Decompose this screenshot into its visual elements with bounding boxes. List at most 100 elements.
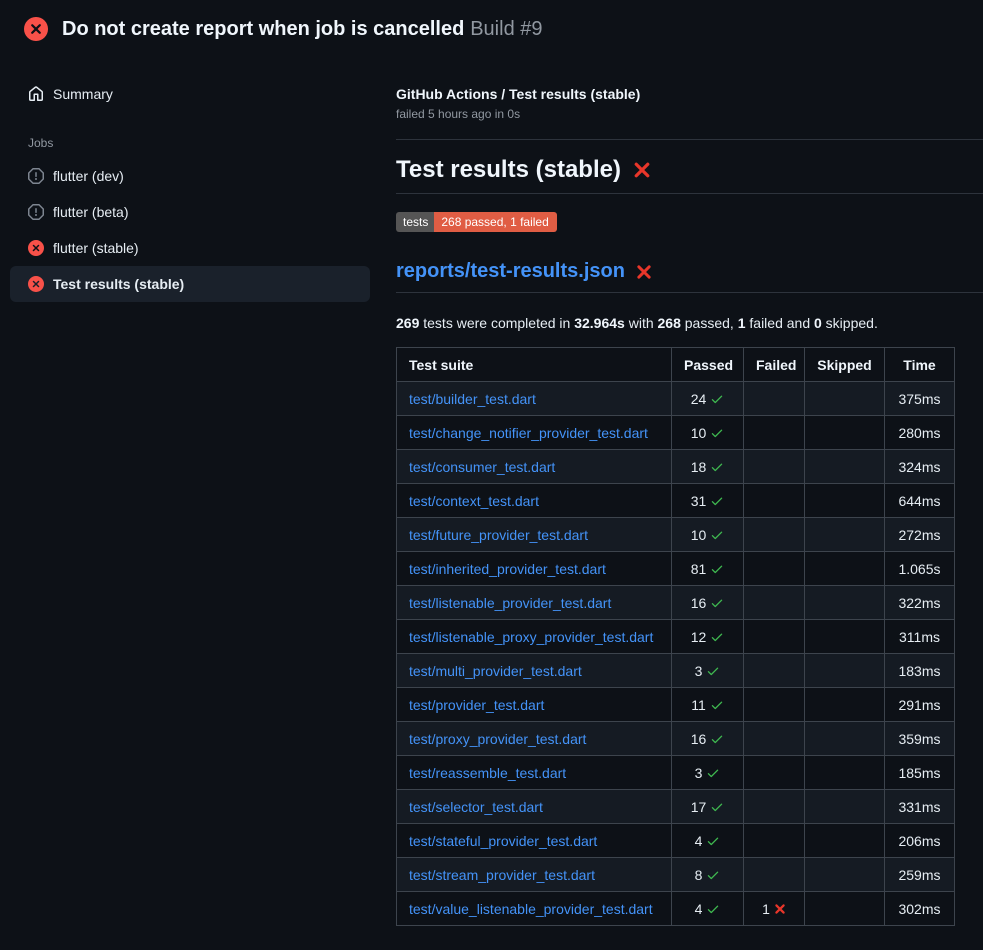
table-row: test/stateful_provider_test.dart4206ms <box>397 824 955 858</box>
summary-segment: 268 <box>658 315 681 331</box>
summary-segment: failed and <box>746 315 815 331</box>
passed-cell: 17 <box>672 790 744 824</box>
check-run-header: Do not create report when job is cancell… <box>0 0 983 56</box>
column-failed: Failed <box>744 348 805 382</box>
skipped-cell <box>805 484 885 518</box>
table-row: test/consumer_test.dart18324ms <box>397 450 955 484</box>
test-suite-cell: test/future_provider_test.dart <box>397 518 672 552</box>
table-row: test/proxy_provider_test.dart16359ms <box>397 722 955 756</box>
failed-cell-value: 1 <box>762 901 786 917</box>
time-cell: 644ms <box>885 484 955 518</box>
skipped-cell <box>805 722 885 756</box>
failed-cell <box>744 654 805 688</box>
time-cell: 185ms <box>885 756 955 790</box>
skipped-cell <box>805 858 885 892</box>
summary-segment: 0 <box>814 315 822 331</box>
time-cell: 359ms <box>885 722 955 756</box>
passed-cell-value: 8 <box>695 867 721 883</box>
skipped-cell <box>805 790 885 824</box>
skipped-cell <box>805 586 885 620</box>
failed-cell <box>744 552 805 586</box>
test-suite-link[interactable]: test/listenable_provider_test.dart <box>409 595 611 611</box>
test-suite-cell: test/reassemble_test.dart <box>397 756 672 790</box>
passed-cell-value: 12 <box>691 629 725 645</box>
sidebar-item-flutter-dev[interactable]: flutter (dev) <box>10 158 370 194</box>
sidebar-job-label: flutter (beta) <box>53 204 128 220</box>
test-suite-cell: test/stream_provider_test.dart <box>397 858 672 892</box>
report-file-link[interactable]: reports/test-results.json <box>396 260 625 283</box>
column-test-suite: Test suite <box>397 348 672 382</box>
time-cell: 331ms <box>885 790 955 824</box>
test-suite-link[interactable]: test/stateful_provider_test.dart <box>409 833 597 849</box>
sidebar-job-label: flutter (stable) <box>53 240 139 256</box>
skipped-cell <box>805 552 885 586</box>
table-row: test/reassemble_test.dart 3 185ms <box>397 756 955 790</box>
passed-cell: 10 <box>672 416 744 450</box>
stop-icon <box>28 168 44 184</box>
failed-cell <box>744 688 805 722</box>
passed-cell: 12 <box>672 620 744 654</box>
test-suite-link[interactable]: test/stream_provider_test.dart <box>409 867 595 883</box>
failed-cell <box>744 790 805 824</box>
sidebar-item-summary[interactable]: Summary <box>10 76 370 112</box>
test-suite-link[interactable]: test/future_provider_test.dart <box>409 527 588 543</box>
sidebar-item-flutter-stable[interactable]: flutter (stable) <box>10 230 370 266</box>
test-suite-link[interactable]: test/listenable_proxy_provider_test.dart <box>409 629 653 645</box>
test-suite-cell: test/listenable_proxy_provider_test.dart <box>397 620 672 654</box>
column-time: Time <box>885 348 955 382</box>
passed-cell-value: 10 <box>691 527 725 543</box>
test-suite-link[interactable]: test/builder_test.dart <box>409 391 536 407</box>
test-suite-cell: test/multi_provider_test.dart <box>397 654 672 688</box>
report-heading: reports/test-results.json <box>396 260 983 293</box>
passed-cell-value: 81 <box>691 561 725 577</box>
time-cell: 183ms <box>885 654 955 688</box>
passed-cell-value: 17 <box>691 799 725 815</box>
time-cell: 322ms <box>885 586 955 620</box>
summary-segment: with <box>625 315 658 331</box>
test-suite-link[interactable]: test/proxy_provider_test.dart <box>409 731 586 747</box>
passed-cell-value: 4 <box>695 833 721 849</box>
test-suite-link[interactable]: test/selector_test.dart <box>409 799 543 815</box>
breadcrumb: GitHub Actions / Test results (stable) <box>396 86 983 102</box>
summary-segment: skipped. <box>822 315 878 331</box>
failed-cell <box>744 586 805 620</box>
sidebar-item-test-results-stable[interactable]: Test results (stable) <box>10 266 370 302</box>
test-suite-cell: test/builder_test.dart <box>397 382 672 416</box>
time-cell: 272ms <box>885 518 955 552</box>
test-suite-link[interactable]: test/reassemble_test.dart <box>409 765 566 781</box>
table-row: test/inherited_provider_test.dart811.065… <box>397 552 955 586</box>
skipped-cell <box>805 620 885 654</box>
passed-cell: 10 <box>672 518 744 552</box>
skipped-cell <box>805 450 885 484</box>
skipped-cell <box>805 892 885 926</box>
summary-segment: tests were completed in <box>419 315 574 331</box>
test-suite-link[interactable]: test/change_notifier_provider_test.dart <box>409 425 648 441</box>
test-suite-link[interactable]: test/value_listenable_provider_test.dart <box>409 901 653 917</box>
test-suite-cell: test/listenable_provider_test.dart <box>397 586 672 620</box>
x-circle-icon <box>28 276 44 292</box>
x-circle-icon <box>28 240 44 256</box>
passed-cell: 4 <box>672 892 744 926</box>
passed-cell: 31 <box>672 484 744 518</box>
test-suite-link[interactable]: test/inherited_provider_test.dart <box>409 561 606 577</box>
table-row: test/stream_provider_test.dart8259ms <box>397 858 955 892</box>
sidebar: Summary Jobs flutter (dev) flutter (beta… <box>0 56 380 950</box>
test-suite-cell: test/change_notifier_provider_test.dart <box>397 416 672 450</box>
table-row: test/multi_provider_test.dart3183ms <box>397 654 955 688</box>
failed-cell <box>744 722 805 756</box>
time-cell: 302ms <box>885 892 955 926</box>
test-suite-link[interactable]: test/multi_provider_test.dart <box>409 663 582 679</box>
passed-cell: 4 <box>672 824 744 858</box>
table-row: test/provider_test.dart11291ms <box>397 688 955 722</box>
passed-cell-value: 16 <box>691 595 725 611</box>
passed-cell-value: 4 <box>695 901 721 917</box>
test-suite-link[interactable]: test/context_test.dart <box>409 493 539 509</box>
sidebar-item-flutter-beta[interactable]: flutter (beta) <box>10 194 370 230</box>
test-suite-link[interactable]: test/consumer_test.dart <box>409 459 555 475</box>
check-run-content: GitHub Actions / Test results (stable) f… <box>380 56 983 950</box>
table-row: test/future_provider_test.dart 10 272ms <box>397 518 955 552</box>
test-results-table: Test suite Passed Failed Skipped Time te… <box>396 347 955 926</box>
passed-cell: 3 <box>672 756 744 790</box>
test-suite-link[interactable]: test/provider_test.dart <box>409 697 544 713</box>
time-cell: 324ms <box>885 450 955 484</box>
